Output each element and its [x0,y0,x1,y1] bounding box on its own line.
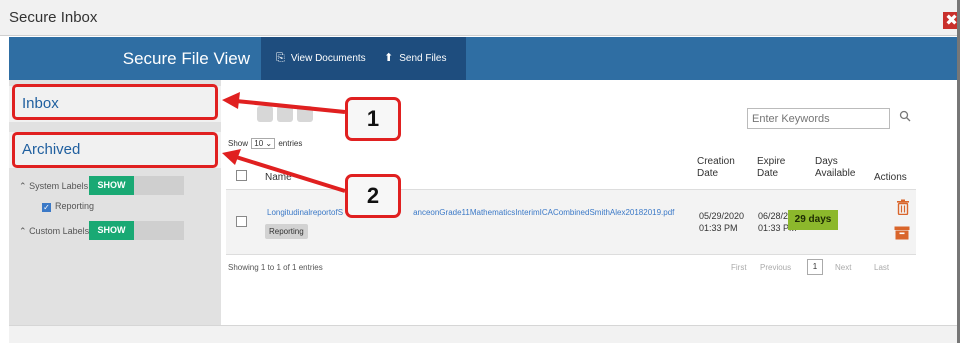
nav-view-documents[interactable]: ⎘ View Documents [276,37,366,80]
system-labels-toggle[interactable]: SHOW [89,176,184,195]
window-titlebar: Secure Inbox [0,0,957,36]
pager-next[interactable]: Next [835,263,851,272]
nav-send-files-label: Send Files [399,53,447,64]
expand-caret-icon[interactable]: ⌃ [19,226,27,236]
entries-per-page-select[interactable]: 10 ⌄ [251,138,276,149]
file-name-start: LongitudinalreportofS [267,208,344,217]
search-input[interactable] [747,108,890,129]
days-available-badge: 29 days [788,210,838,230]
brand-title: Secure File View [122,49,250,68]
restore-icon[interactable] [257,106,273,122]
creation-date-cell: 05/29/2020 01:33 PM [699,210,744,234]
custom-labels-label: Custom Labels [29,226,90,236]
select-all-checkbox[interactable] [236,170,247,181]
column-expire-date-line2: Date [757,168,779,179]
app-header: Secure File View ⎘ View Documents ⬆ Send F… [9,37,957,80]
archived-highlight [12,132,218,168]
window-title: Secure Inbox [9,9,98,26]
custom-labels-toggle-show: SHOW [89,221,134,240]
nav-view-documents-label: View Documents [290,53,366,64]
system-labels-label: System Labels [29,181,89,191]
entries-info: Showing 1 to 1 of 1 entries [228,263,323,272]
entries-per-page-value: 10 [254,139,264,148]
label-icon[interactable] [277,106,293,122]
column-creation-date-line1: Creation [697,156,735,167]
column-creation-date[interactable]: Creation Date [697,156,735,180]
expand-caret-icon[interactable]: ⌃ [19,181,27,191]
secure-inbox-window: Secure Inbox ✖ Secure File View ⎘ View Do… [0,0,960,343]
system-labels-toggle-show: SHOW [89,176,134,195]
creation-time: 01:33 PM [699,223,738,233]
custom-labels-row: ⌃ Custom Labels [19,226,89,237]
column-days-available[interactable]: Days Available [815,156,855,180]
checkbox-checked-icon[interactable]: ✓ [42,203,51,212]
column-name[interactable]: Name [265,172,292,184]
file-name-link[interactable]: LongitudinalreportofS anceonGrade11Mathem… [267,208,674,217]
file-list-panel: Show 10 ⌄ entries Name Creation Date Exp… [221,80,957,325]
pager-current-page[interactable]: 1 [807,259,823,275]
documents-icon: ⎘ [276,52,285,64]
show-entries: Show 10 ⌄ entries [228,138,302,149]
archive-icon[interactable] [894,226,910,240]
column-creation-date-line2: Date [697,168,719,179]
trash-icon[interactable] [896,199,910,216]
column-days-available-line1: Days [815,156,838,167]
callout-number-1: 1 [345,97,401,141]
row-checkbox[interactable] [236,216,247,227]
upload-icon: ⬆ [384,52,394,64]
file-name-end: anceonGrade11MathematicsInterimICACombin… [413,208,675,217]
system-labels-row: ⌃ System Labels [19,181,88,192]
show-entries-prefix: Show [228,139,249,148]
window-bottom-bar [9,325,957,343]
top-nav: ⎘ View Documents ⬆ Send Files [261,37,466,80]
search-icon[interactable] [899,110,913,124]
pager-last[interactable]: Last [874,263,889,272]
show-entries-suffix: entries [278,139,303,148]
column-days-available-line2: Available [815,168,856,179]
creation-date: 05/29/2020 [699,211,745,221]
nav-send-files[interactable]: ⬆ Send Files [384,37,446,80]
delete-icon[interactable] [297,106,313,122]
label-reporting: Reporting [55,201,95,211]
column-actions: Actions [874,172,907,183]
custom-labels-toggle[interactable]: SHOW [89,221,184,240]
table-row-divider [226,254,916,255]
column-expire-date-line1: Expire [757,156,786,167]
pager-first[interactable]: First [731,263,747,272]
callout-number-2: 2 [345,174,401,218]
label-tag-reporting: Reporting [265,224,308,239]
pager-previous[interactable]: Previous [760,263,791,272]
inbox-highlight [12,84,218,120]
label-filter-reporting[interactable]: ✓ Reporting [42,201,94,212]
column-expire-date[interactable]: Expire Date [757,156,785,180]
